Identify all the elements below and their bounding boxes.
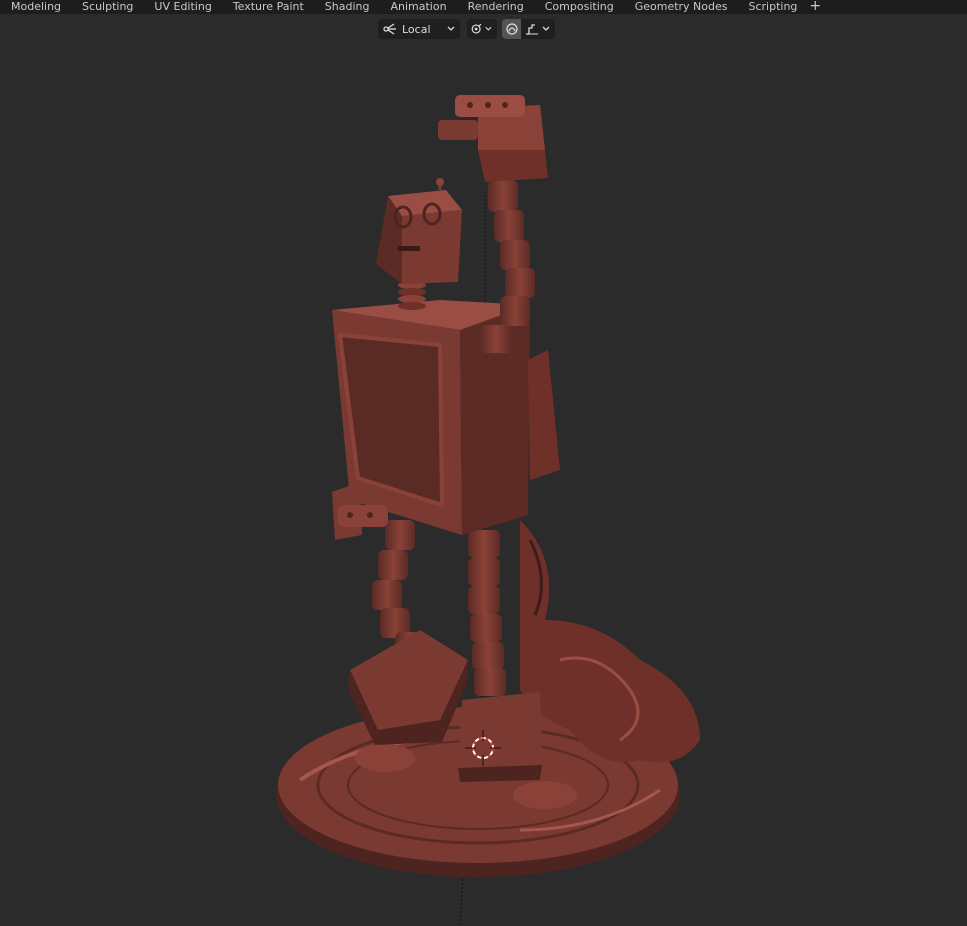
base-dome-right [513, 781, 577, 809]
base-dome-left [355, 744, 415, 772]
tab-uv-editing[interactable]: UV Editing [143, 1, 221, 12]
add-workspace-button[interactable]: + [809, 0, 821, 14]
origin-axis-line-lower [459, 874, 464, 926]
robot-fist [438, 95, 548, 182]
tab-compositing[interactable]: Compositing [534, 1, 624, 12]
tab-scripting[interactable]: Scripting [738, 1, 808, 12]
tab-texture-paint[interactable]: Texture Paint [222, 1, 314, 12]
robot-sculpt-model[interactable] [0, 14, 967, 926]
right-foot [458, 692, 542, 768]
workspace-topbar: Modeling Sculpting UV Editing Texture Pa… [0, 0, 967, 14]
tab-sculpting[interactable]: Sculpting [71, 1, 143, 12]
neck-spring [398, 281, 426, 310]
tab-shading[interactable]: Shading [314, 1, 380, 12]
right-leg [468, 530, 506, 696]
tab-geometry-nodes[interactable]: Geometry Nodes [624, 1, 738, 12]
workspace-tabs: Modeling Sculpting UV Editing Texture Pa… [0, 0, 967, 14]
tab-rendering[interactable]: Rendering [457, 1, 534, 12]
tab-animation[interactable]: Animation [379, 1, 456, 12]
robot-body [332, 300, 560, 535]
tab-modeling[interactable]: Modeling [0, 1, 71, 12]
robot-head [376, 178, 462, 284]
